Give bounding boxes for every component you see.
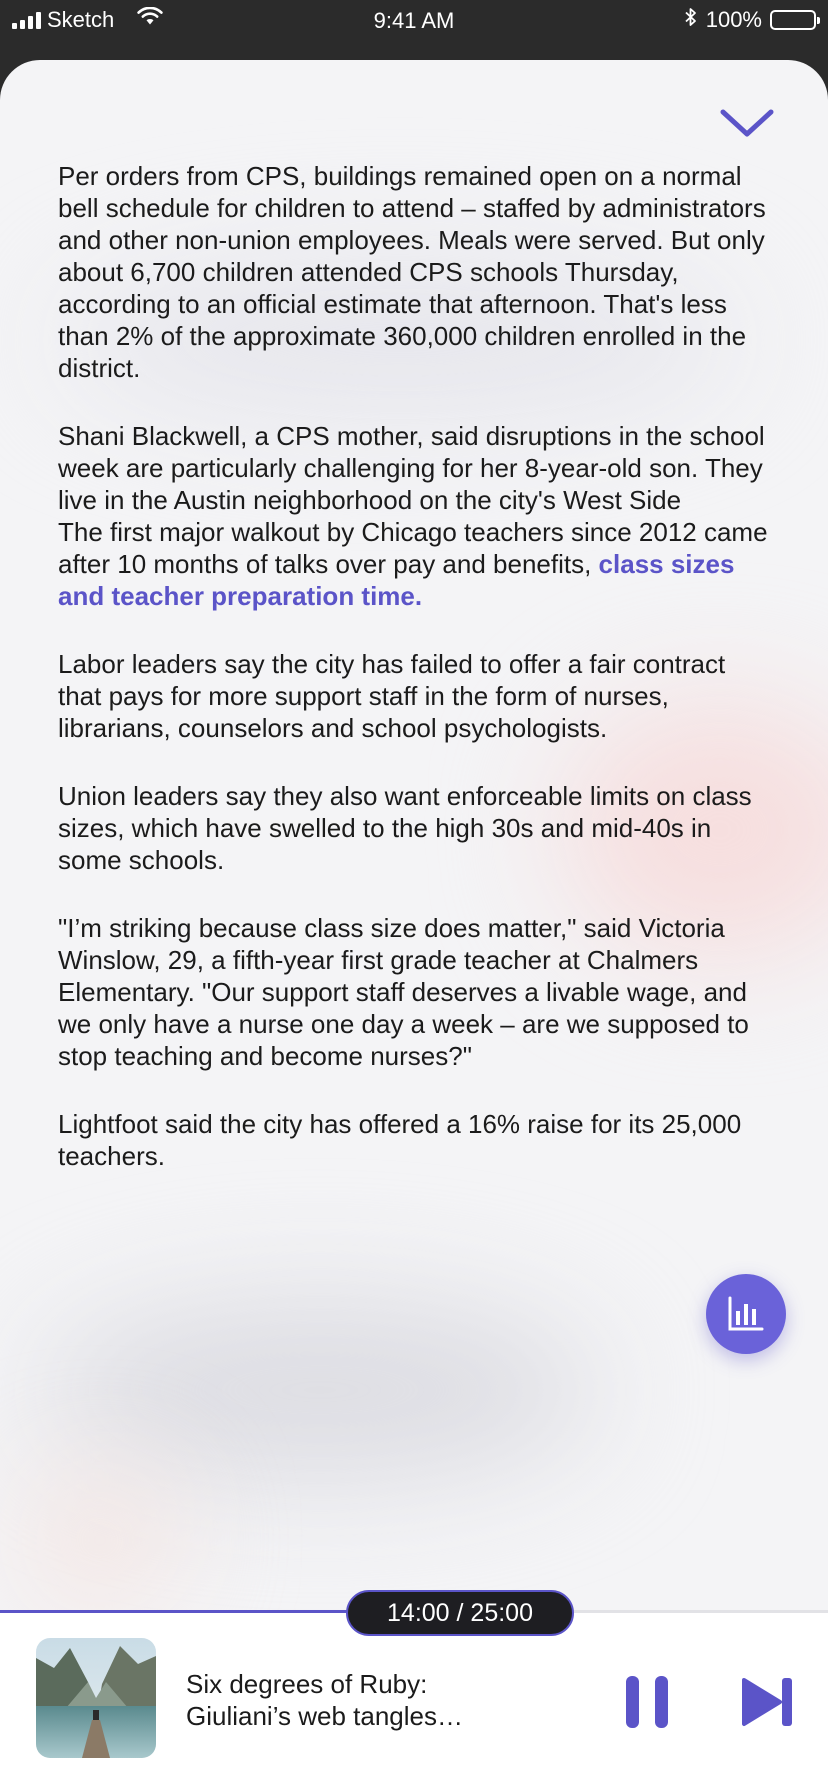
paragraph: Shani Blackwell, a CPS mother, said disr…: [58, 421, 765, 515]
time-indicator[interactable]: 14:00 / 25:00: [346, 1590, 574, 1636]
track-title[interactable]: Six degrees of Ruby: Giuliani’s web tang…: [186, 1668, 526, 1732]
bluetooth-icon: [684, 7, 698, 33]
paragraph: Labor leaders say the city has failed to…: [58, 649, 726, 743]
battery-icon: [770, 10, 820, 30]
status-right: 100%: [684, 7, 820, 33]
status-bar: Sketch 9:41 AM 100%: [0, 0, 828, 42]
bar-chart-icon: [728, 1296, 764, 1331]
paragraph: Union leaders say they also want enforce…: [58, 781, 752, 875]
collapse-button[interactable]: [710, 98, 784, 148]
stats-button[interactable]: [706, 1274, 786, 1354]
mini-player: Six degrees of Ruby: Giuliani’s web tang…: [0, 1612, 828, 1792]
pause-button[interactable]: [620, 1674, 674, 1730]
transcript-sheet: Per orders from CPS, buildings remained …: [0, 60, 828, 1792]
skip-next-icon: [742, 1678, 792, 1726]
battery-percent: 100%: [705, 7, 762, 32]
paragraph: Per orders from CPS, buildings remained …: [58, 161, 766, 383]
paragraph: "I’m striking because class size does ma…: [58, 913, 749, 1071]
next-button[interactable]: [740, 1676, 796, 1728]
chevron-down-icon: [720, 109, 774, 137]
paragraph: Lightfoot said the city has offered a 16…: [58, 1109, 742, 1171]
paragraph: The first major walkout by Chicago teach…: [58, 516, 770, 612]
album-art[interactable]: [36, 1638, 156, 1758]
pause-icon: [626, 1676, 668, 1728]
article-body: Per orders from CPS, buildings remained …: [58, 160, 770, 1208]
